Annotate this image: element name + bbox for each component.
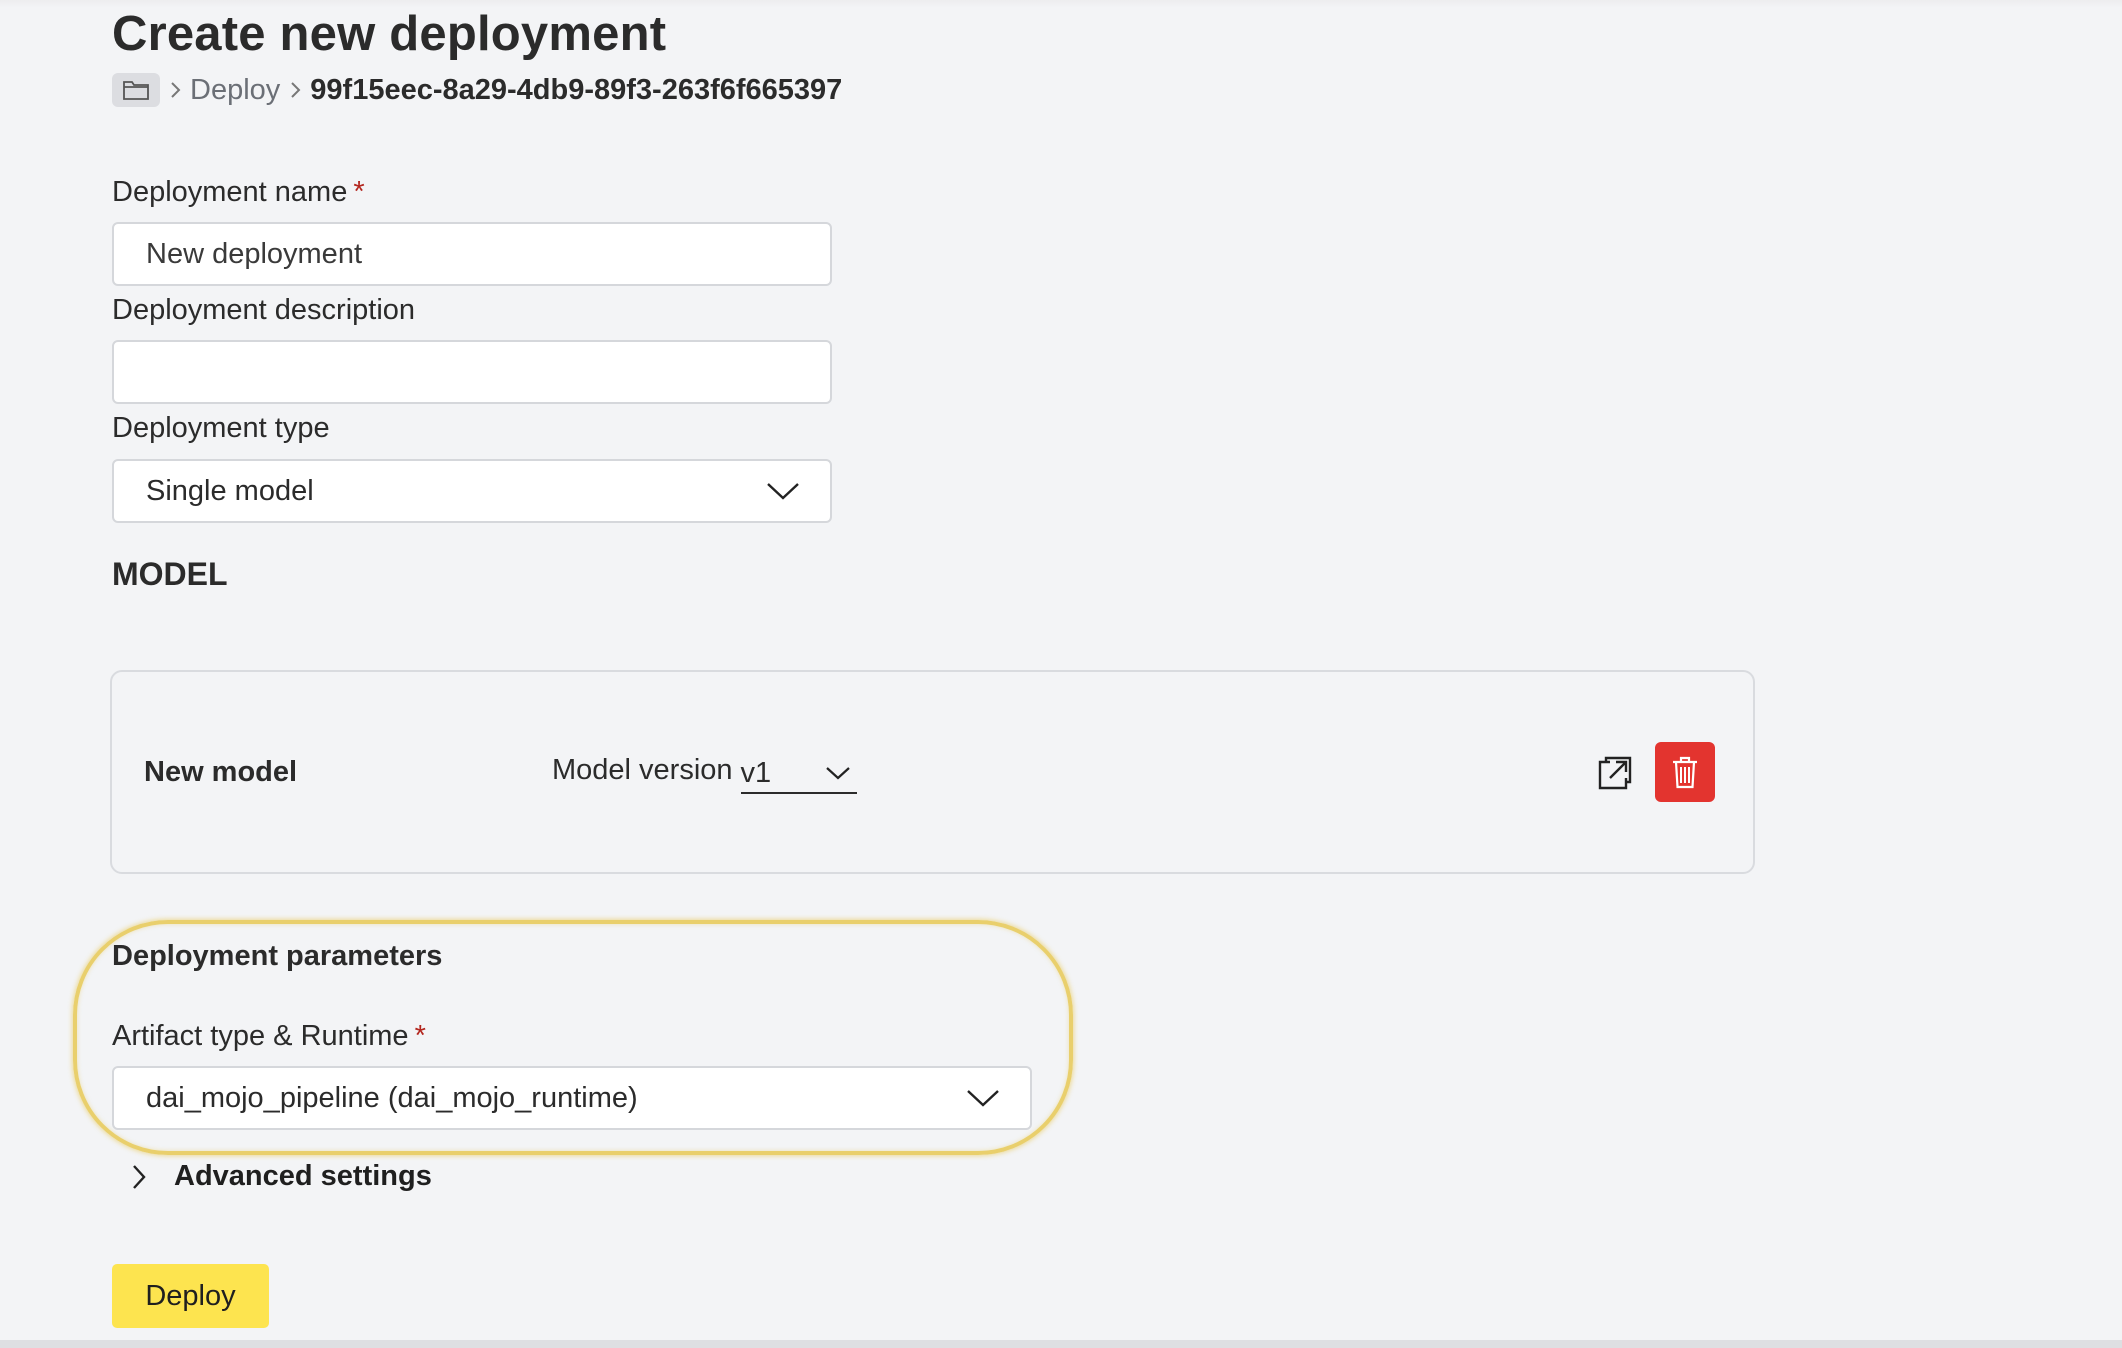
deployment-description-input[interactable] xyxy=(112,340,832,404)
trash-icon xyxy=(1673,756,1697,789)
deploy-button[interactable]: Deploy xyxy=(112,1264,269,1328)
artifact-type-label: Artifact type & Runtime * xyxy=(112,1020,426,1053)
model-section-heading: MODEL xyxy=(112,556,228,592)
deployment-name-label-text: Deployment name xyxy=(112,176,348,208)
deployment-name-label: Deployment name * xyxy=(112,176,365,209)
bottom-edge xyxy=(0,1340,2122,1348)
breadcrumb-deploy[interactable]: Deploy xyxy=(190,74,280,107)
model-name: New model xyxy=(144,756,298,788)
advanced-settings-toggle[interactable]: Advanced settings xyxy=(130,1160,432,1193)
model-version-value: v1 xyxy=(740,756,772,789)
folder-icon xyxy=(123,81,149,100)
required-marker: * xyxy=(414,1020,426,1052)
model-version-select[interactable]: v1 xyxy=(740,754,857,794)
advanced-settings-label: Advanced settings xyxy=(174,1160,432,1192)
breadcrumb: Deploy 99f15eec-8a29-4db9-89f3-263f6f665… xyxy=(112,72,842,108)
delete-model-button[interactable] xyxy=(1655,742,1715,802)
model-version-label: Model version xyxy=(552,754,733,786)
deployment-name-input[interactable]: New deployment xyxy=(112,222,832,286)
chevron-right-icon xyxy=(160,79,190,101)
model-card: New model Model version v1 xyxy=(110,670,1755,874)
page-title: Create new deployment xyxy=(112,7,667,61)
chevron-down-icon xyxy=(767,483,799,500)
deployment-description-label: Deployment description xyxy=(112,294,416,326)
page: Create new deployment Deploy 99f15eec-8a… xyxy=(0,0,2122,1348)
artifact-type-value: dai_mojo_pipeline (dai_mojo_runtime) xyxy=(146,1081,638,1114)
deployment-type-label: Deployment type xyxy=(112,412,330,444)
required-marker: * xyxy=(353,176,365,208)
artifact-type-label-text: Artifact type & Runtime xyxy=(112,1020,409,1052)
chevron-down-icon xyxy=(825,767,850,780)
deployment-type-value: Single model xyxy=(146,474,314,507)
chevron-right-icon xyxy=(130,1163,174,1191)
artifact-type-select[interactable]: dai_mojo_pipeline (dai_mojo_runtime) xyxy=(112,1066,1032,1130)
breadcrumb-home[interactable] xyxy=(112,73,160,107)
deployment-parameters-heading: Deployment parameters xyxy=(112,940,443,972)
open-external-icon xyxy=(1598,756,1632,790)
chevron-right-icon xyxy=(280,79,310,101)
chevron-down-icon xyxy=(967,1090,999,1107)
model-version: Model version v1 xyxy=(552,754,857,794)
breadcrumb-current: 99f15eec-8a29-4db9-89f3-263f6f665397 xyxy=(310,73,843,106)
open-model-button[interactable] xyxy=(1592,750,1638,796)
deployment-type-select[interactable]: Single model xyxy=(112,459,832,523)
